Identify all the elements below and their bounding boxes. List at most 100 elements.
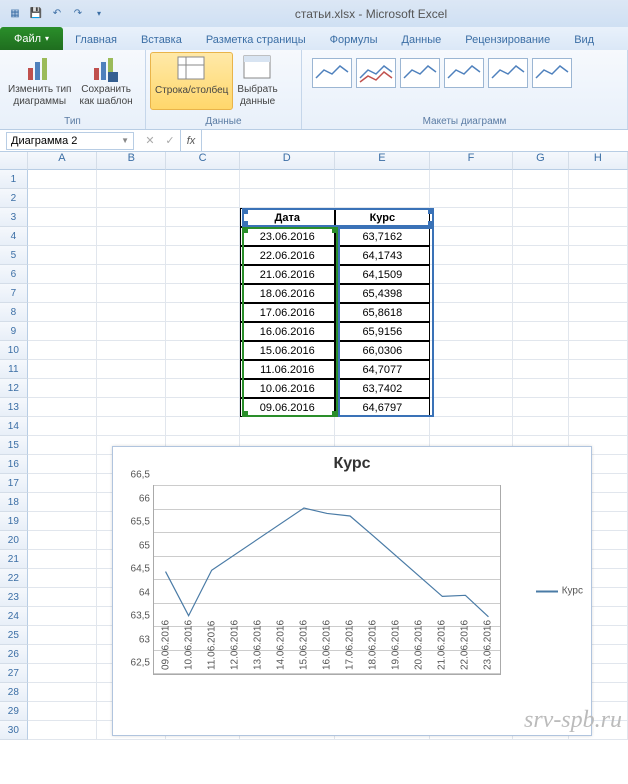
cell[interactable] [166, 170, 239, 189]
cell[interactable] [28, 341, 97, 360]
cell[interactable] [97, 360, 166, 379]
cell[interactable] [28, 303, 97, 322]
cell[interactable] [28, 702, 97, 721]
cell[interactable] [166, 417, 239, 436]
cell[interactable]: 16.06.2016 [240, 322, 335, 341]
cell[interactable] [28, 246, 97, 265]
cell[interactable] [430, 379, 513, 398]
cell[interactable] [166, 322, 239, 341]
cell[interactable] [97, 208, 166, 227]
cell[interactable]: 09.06.2016 [240, 398, 335, 417]
cell[interactable] [513, 379, 568, 398]
cell[interactable] [430, 284, 513, 303]
row-header[interactable]: 3 [0, 208, 28, 227]
cell[interactable] [569, 417, 628, 436]
layout-thumb[interactable] [356, 58, 396, 88]
cell[interactable]: 22.06.2016 [240, 246, 335, 265]
cell[interactable] [28, 474, 97, 493]
col-header[interactable]: F [430, 152, 513, 170]
cell[interactable] [97, 189, 166, 208]
cell[interactable] [430, 398, 513, 417]
cell[interactable] [569, 208, 628, 227]
cell[interactable] [430, 246, 513, 265]
cell[interactable] [335, 189, 430, 208]
row-header[interactable]: 28 [0, 683, 28, 702]
cell[interactable]: 15.06.2016 [240, 341, 335, 360]
row-header[interactable]: 21 [0, 550, 28, 569]
cell[interactable] [28, 170, 97, 189]
cell[interactable] [513, 303, 568, 322]
cell[interactable] [430, 417, 513, 436]
cell[interactable] [166, 303, 239, 322]
undo-icon[interactable]: ↶ [48, 5, 66, 23]
cell[interactable]: 64,1509 [335, 265, 430, 284]
cell[interactable] [513, 246, 568, 265]
cell[interactable] [97, 379, 166, 398]
cell[interactable] [430, 341, 513, 360]
file-tab[interactable]: Файл [0, 27, 63, 50]
col-header[interactable]: H [569, 152, 628, 170]
chart-layouts-gallery[interactable] [306, 52, 606, 88]
cell[interactable] [28, 569, 97, 588]
data-series-line[interactable] [166, 508, 489, 617]
cell[interactable] [513, 265, 568, 284]
cell[interactable]: 65,8618 [335, 303, 430, 322]
cell[interactable] [28, 360, 97, 379]
row-header[interactable]: 2 [0, 189, 28, 208]
cell[interactable] [97, 284, 166, 303]
select-data-button[interactable]: Выбрать данные [233, 52, 281, 110]
cell[interactable] [166, 246, 239, 265]
row-header[interactable]: 20 [0, 531, 28, 550]
cell[interactable] [430, 189, 513, 208]
row-header[interactable]: 1 [0, 170, 28, 189]
chart-title[interactable]: Курс [113, 447, 591, 477]
cell[interactable] [97, 170, 166, 189]
row-header[interactable]: 13 [0, 398, 28, 417]
tab-data[interactable]: Данные [390, 30, 454, 50]
formula-input[interactable] [202, 132, 628, 150]
cell[interactable] [430, 265, 513, 284]
cell[interactable] [513, 417, 568, 436]
cell[interactable] [28, 531, 97, 550]
fx-button[interactable]: fx [180, 130, 202, 151]
cancel-icon[interactable]: ✕ [140, 134, 160, 147]
cell[interactable]: 64,6797 [335, 398, 430, 417]
cell[interactable] [28, 721, 97, 740]
row-header[interactable]: 27 [0, 664, 28, 683]
cell[interactable] [28, 645, 97, 664]
qat-dropdown-icon[interactable]: ▾ [90, 5, 108, 23]
redo-icon[interactable]: ↷ [69, 5, 87, 23]
row-header[interactable]: 26 [0, 645, 28, 664]
tab-view[interactable]: Вид [562, 30, 606, 50]
switch-row-column-button[interactable]: Строка/столбец [150, 52, 233, 110]
cell[interactable] [28, 284, 97, 303]
layout-thumb[interactable] [532, 58, 572, 88]
row-header[interactable]: 6 [0, 265, 28, 284]
col-header[interactable]: D [240, 152, 335, 170]
row-header[interactable]: 16 [0, 455, 28, 474]
cell[interactable] [430, 227, 513, 246]
col-header[interactable]: C [166, 152, 239, 170]
cell[interactable]: 65,4398 [335, 284, 430, 303]
col-header[interactable]: B [97, 152, 166, 170]
cell[interactable] [166, 284, 239, 303]
cell[interactable]: 10.06.2016 [240, 379, 335, 398]
chart-object[interactable]: Курс62,56363,56464,56565,56666,509.06.20… [112, 446, 592, 736]
cell[interactable] [569, 246, 628, 265]
cell[interactable] [28, 607, 97, 626]
cell[interactable]: 17.06.2016 [240, 303, 335, 322]
col-header[interactable]: E [335, 152, 430, 170]
layout-thumb[interactable] [444, 58, 484, 88]
cell[interactable]: 11.06.2016 [240, 360, 335, 379]
cell[interactable] [569, 322, 628, 341]
cell[interactable] [97, 341, 166, 360]
cell[interactable] [28, 189, 97, 208]
row-header[interactable]: 22 [0, 569, 28, 588]
tab-page-layout[interactable]: Разметка страницы [194, 30, 318, 50]
save-as-template-button[interactable]: Сохранить как шаблон [75, 52, 136, 110]
row-header[interactable]: 24 [0, 607, 28, 626]
cell[interactable] [28, 455, 97, 474]
cell[interactable] [97, 303, 166, 322]
cell[interactable] [335, 417, 430, 436]
select-all-cell[interactable] [0, 152, 28, 170]
